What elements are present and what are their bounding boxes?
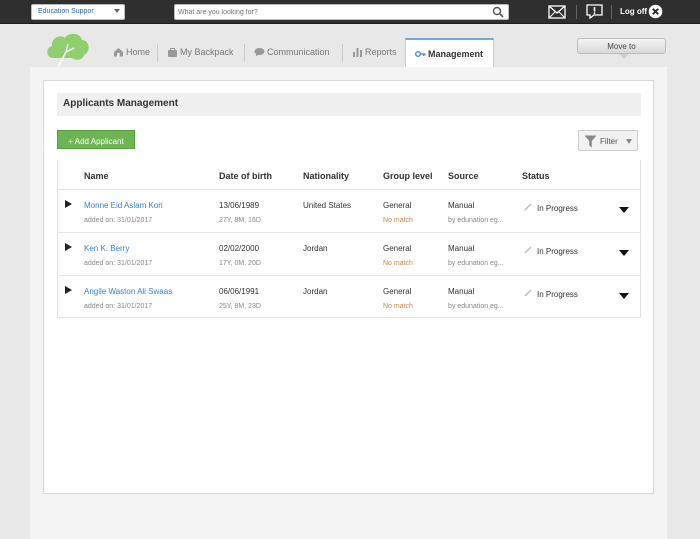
match-status: No match [383,303,413,310]
tab-management[interactable]: Management [405,38,494,68]
nav-item-reports[interactable]: Reports [352,42,397,62]
group-level: General [383,201,412,210]
applicant-name-link[interactable]: Monne Eid Aslam Kori [84,201,163,210]
source: Manual [448,287,475,296]
column-header-source[interactable]: Source [448,171,479,181]
search-box [174,4,509,20]
nav-item-communication[interactable]: Communication [254,42,330,62]
table-row: Ken K. Berry added on: 31/01/2017 02/02/… [58,233,641,276]
divider [157,44,158,62]
expand-arrow-icon[interactable] [65,243,72,251]
column-header-name[interactable]: Name [84,171,109,181]
column-header-nationality[interactable]: Nationality [303,171,349,181]
backpack-icon [168,48,177,57]
date-of-birth: 13/06/1989 [219,201,260,210]
status-label: In Progress [537,290,578,299]
chevron-down-icon [626,139,632,144]
table-row: Angile Waston Ali Swaas added on: 31/01/… [58,276,641,319]
filter-button[interactable]: Filter [578,130,638,151]
pencil-icon[interactable] [524,289,532,297]
chevron-down-icon[interactable] [619,250,629,256]
add-applicant-button[interactable]: + Add Applicant [57,130,135,149]
logo-icon[interactable] [44,30,92,68]
nav-item-management[interactable]: Management [415,44,483,64]
filter-icon [584,135,597,148]
key-icon [415,51,426,57]
chat-icon [254,48,265,57]
nav-item-label: My Backpack [180,47,234,57]
status-label: In Progress [537,204,578,213]
divider [342,44,343,62]
logoff-link[interactable]: Log off [620,7,647,16]
expand-arrow-icon[interactable] [65,200,72,208]
source: Manual [448,244,475,253]
page-title: Applicants Management [63,98,179,109]
column-header-group-level[interactable]: Group level [383,171,433,181]
pencil-icon[interactable] [524,246,532,254]
nav-item-label: Reports [365,47,397,57]
divider [576,5,577,19]
filter-label: Filter [600,137,618,146]
date-of-birth: 02/02/2000 [219,244,260,253]
match-status: No match [383,217,413,224]
search-input[interactable] [175,5,475,19]
nationality: United States [303,201,352,210]
group-level: General [383,287,412,296]
bar-chart-icon [353,48,362,57]
nav-item-label: Management [428,49,484,59]
nav-item-label: Home [126,47,151,57]
table-row: Monne Eid Aslam Kori added on: 31/01/201… [58,190,641,233]
divider [244,44,245,62]
organization-select[interactable]: Education Suppor [31,4,125,20]
home-icon [114,48,123,57]
close-icon[interactable] [648,4,663,19]
applicants-table: Name Date of birth Nationality Group lev… [57,160,641,318]
added-date: added on: 31/01/2017 [84,217,153,224]
divider [611,5,612,19]
age: 27Y, 8M, 16D [219,217,261,224]
organization-select-value: Education Suppor [38,8,94,15]
source-by: by edunation eg... [448,217,504,224]
pencil-icon[interactable] [524,203,532,211]
source: Manual [448,201,475,210]
nav-item-my-backpack[interactable]: My Backpack [167,42,234,62]
applicant-name-link[interactable]: Angile Waston Ali Swaas [84,287,172,296]
alert-icon[interactable] [586,4,603,19]
added-date: added on: 31/01/2017 [84,303,153,310]
search-icon[interactable] [492,6,504,18]
mail-icon[interactable] [548,5,566,19]
date-of-birth: 06/06/1991 [219,287,260,296]
added-date: added on: 31/01/2017 [84,260,153,267]
move-to-button[interactable]: Move to [577,38,666,54]
chevron-down-icon [619,54,629,59]
nav-item-home[interactable]: Home [113,42,150,62]
top-bar: Education Suppor Log off [0,0,700,24]
source-by: by edunation eg... [448,303,504,310]
chevron-down-icon[interactable] [619,293,629,299]
group-level: General [383,244,412,253]
page-title-bar: Applicants Management [57,93,641,116]
nationality: Jordan [303,287,328,296]
chevron-down-icon [114,9,120,13]
age: 17Y, 0M, 20D [219,260,261,267]
column-header-status[interactable]: Status [522,171,550,181]
age: 25Y, 8M, 23D [219,303,261,310]
column-header-date-of-birth[interactable]: Date of birth [219,171,272,181]
nationality: Jordan [303,244,328,253]
expand-arrow-icon[interactable] [65,286,72,294]
applicant-name-link[interactable]: Ken K. Berry [84,244,129,253]
match-status: No match [383,260,413,267]
nav-item-label: Communication [267,47,330,57]
status-label: In Progress [537,247,578,256]
source-by: by edunation eg... [448,260,504,267]
chevron-down-icon[interactable] [619,207,629,213]
